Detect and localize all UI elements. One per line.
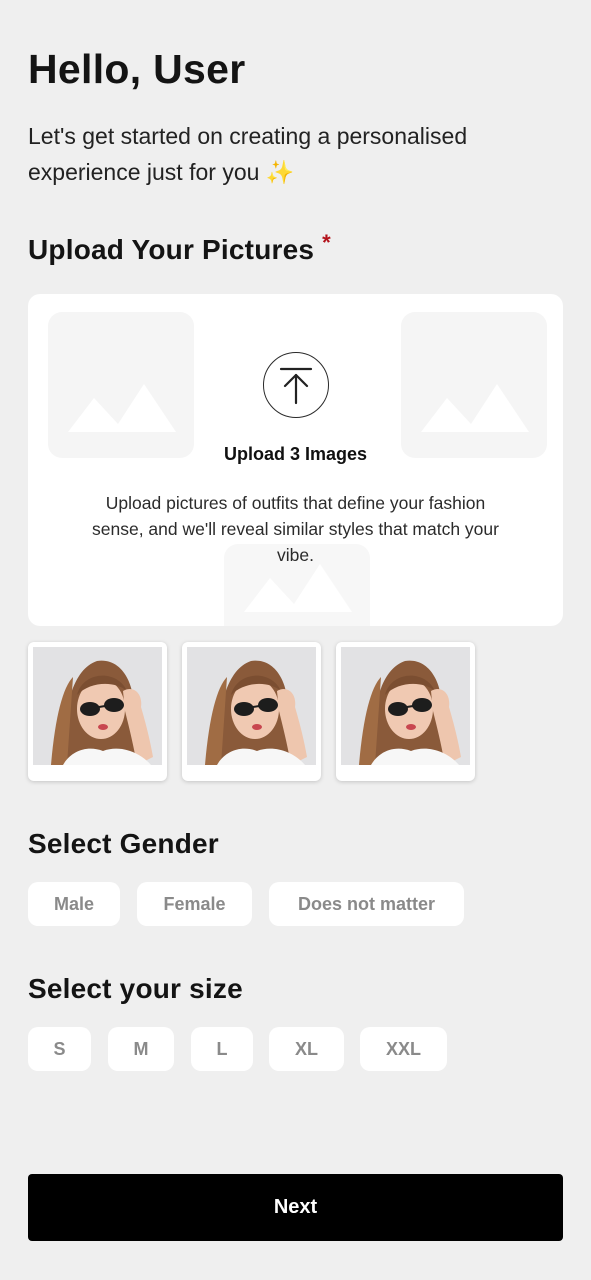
upload-description: Upload pictures of outfits that define y… [92, 493, 499, 565]
upload-arrow-icon[interactable] [263, 352, 329, 418]
size-option-m[interactable]: M [108, 1027, 174, 1071]
size-option-xl[interactable]: XL [269, 1027, 344, 1071]
required-asterisk: * [322, 230, 331, 255]
size-option-l[interactable]: L [191, 1027, 253, 1071]
page-subtitle: Let's get started on creating a personal… [28, 123, 468, 185]
upload-section-title: Upload Your Pictures * [28, 230, 331, 266]
image-placeholder-icon [48, 312, 194, 458]
upload-dropzone[interactable]: Upload 3 Images Upload pictures of outfi… [28, 294, 563, 626]
size-option-xxl[interactable]: XXL [360, 1027, 447, 1071]
gender-option-female[interactable]: Female [137, 882, 252, 926]
size-section-title: Select your size [28, 973, 243, 1004]
size-option-s[interactable]: S [28, 1027, 91, 1071]
upload-title: Upload 3 Images [223, 444, 368, 464]
page-title: Hello, User [28, 46, 246, 92]
uploaded-thumbnail[interactable] [28, 642, 167, 781]
image-placeholder-icon [401, 312, 547, 458]
uploaded-thumbnail[interactable] [182, 642, 321, 781]
upload-section-title-text: Upload Your Pictures [28, 234, 315, 265]
woman-sunglasses-photo [341, 647, 470, 765]
gender-option-male[interactable]: Male [28, 882, 120, 926]
gender-option-does-not-matter[interactable]: Does not matter [269, 882, 464, 926]
gender-section-title: Select Gender [28, 828, 219, 859]
uploaded-thumbnail[interactable] [336, 642, 475, 781]
woman-sunglasses-photo [187, 647, 316, 765]
woman-sunglasses-photo [33, 647, 162, 765]
next-button[interactable]: Next [28, 1174, 563, 1241]
